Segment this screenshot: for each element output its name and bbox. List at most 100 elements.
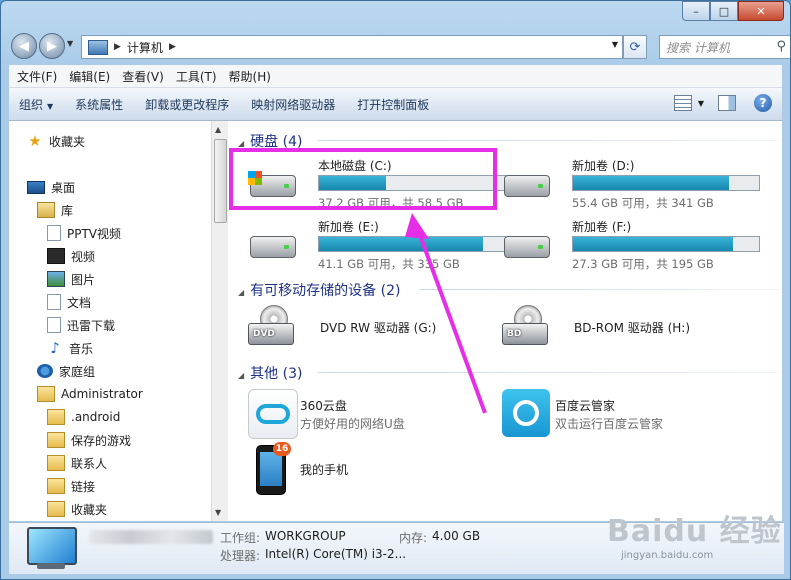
- nav-item[interactable]: ♪ 音乐: [47, 338, 93, 358]
- folder-icon: [47, 478, 65, 494]
- nav-item[interactable]: Administrator: [37, 384, 143, 404]
- watermark-url: jingyan.baidu.com: [621, 550, 714, 561]
- group-header-other[interactable]: ◢ 其他 (3): [238, 363, 302, 383]
- navigation-scrollbar[interactable]: ▲ ▼: [211, 121, 228, 521]
- hard-disk-icon: [502, 232, 550, 262]
- nav-item[interactable]: 保存的游戏: [47, 430, 131, 450]
- drive-name: 新加卷 (F:): [572, 220, 632, 234]
- desktop-icon: [27, 180, 45, 194]
- maximize-button[interactable]: □: [710, 1, 738, 21]
- menu-help[interactable]: 帮助(H): [229, 68, 271, 85]
- group-header-hard-disks[interactable]: ◢ 硬盘 (4): [238, 131, 302, 151]
- breadcrumb-chevron-icon[interactable]: ▶: [169, 42, 176, 52]
- 360-cloud-icon: [248, 389, 298, 439]
- menu-view[interactable]: 查看(V): [122, 68, 164, 85]
- phone-badge: 16: [273, 442, 291, 456]
- user-folder-icon: [37, 386, 55, 402]
- dropdown-arrow-icon: ▼: [47, 101, 54, 111]
- drive-g-dvd[interactable]: DVD DVD RW 驱动器 (G:): [248, 305, 493, 353]
- windows-flag-icon: [248, 171, 262, 185]
- address-dropdown-icon[interactable]: ▼: [612, 40, 618, 49]
- drive-space: 55.4 GB 可用，共 341 GB: [572, 196, 714, 210]
- refresh-button[interactable]: ⟳: [623, 35, 647, 59]
- nav-item[interactable]: 联系人: [47, 453, 107, 473]
- forward-button[interactable]: ▶: [39, 33, 65, 59]
- document-icon: [47, 294, 61, 310]
- capacity-bar: [318, 175, 506, 191]
- scroll-up-icon[interactable]: ▲: [215, 125, 221, 134]
- change-view-icon[interactable]: [673, 95, 692, 111]
- address-bar[interactable]: ▶ 计算机 ▶ ▼: [81, 35, 623, 59]
- drive-name: DVD RW 驱动器 (G:): [320, 321, 437, 335]
- nav-item-label: 收藏夹: [49, 134, 86, 149]
- preview-pane-icon[interactable]: [718, 95, 736, 111]
- nav-item-label: 保存的游戏: [71, 433, 132, 448]
- baidu-cloud-icon: [502, 389, 550, 437]
- computer-icon: [88, 39, 108, 55]
- collapse-chevron-icon[interactable]: ◢: [238, 371, 244, 380]
- nav-item[interactable]: 图片: [47, 269, 95, 289]
- help-icon[interactable]: ?: [754, 94, 772, 112]
- view-dropdown-icon[interactable]: ▼: [698, 99, 704, 108]
- breadcrumb-computer[interactable]: 计算机: [127, 39, 163, 56]
- search-input[interactable]: 搜索 计算机 ⚲: [659, 35, 790, 59]
- menu-edit[interactable]: 编辑(E): [69, 68, 110, 85]
- view-controls: ▼ ?: [673, 94, 772, 112]
- nav-item[interactable]: ★ 收藏夹: [27, 131, 85, 151]
- nav-item-label: 链接: [71, 479, 96, 494]
- library-icon: [37, 202, 55, 218]
- collapse-chevron-icon[interactable]: ◢: [238, 139, 244, 148]
- nav-item-label: 桌面: [51, 180, 76, 195]
- item-baidu-cloud[interactable]: 百度云管家 双击运行百度云管家: [483, 389, 728, 441]
- minimize-button[interactable]: –: [682, 1, 710, 21]
- folder-icon: [47, 409, 65, 425]
- nav-item-label: 文档: [67, 295, 92, 310]
- uninstall-program-button[interactable]: 卸载或更改程序: [145, 96, 229, 113]
- item-360-cloud[interactable]: 360云盘 方便好用的网络U盘: [228, 389, 473, 441]
- collapse-chevron-icon[interactable]: ◢: [238, 288, 244, 297]
- breadcrumb-chevron-icon[interactable]: ▶: [114, 42, 121, 52]
- item-my-phone[interactable]: 16 我的手机: [228, 442, 473, 497]
- nav-item[interactable]: 迅雷下载: [47, 315, 115, 335]
- drive-f[interactable]: 新加卷 (F:) 27.3 GB 可用，共 195 GB: [502, 218, 760, 274]
- drive-d[interactable]: 新加卷 (D:) 55.4 GB 可用，共 341 GB: [502, 157, 760, 213]
- nav-item[interactable]: .android: [47, 407, 120, 427]
- item-name: 我的手机: [300, 463, 349, 477]
- capacity-bar: [318, 236, 506, 252]
- recent-pages-dropdown[interactable]: ▼: [67, 39, 73, 48]
- drive-h-bd[interactable]: BD BD-ROM 驱动器 (H:): [502, 305, 747, 353]
- group-title: 硬盘 (4): [250, 134, 303, 150]
- memory-value: 4.00 GB: [432, 529, 481, 543]
- nav-item[interactable]: 视频: [47, 246, 95, 266]
- group-header-removable[interactable]: ◢ 有可移动存储的设备 (2): [238, 280, 400, 300]
- nav-item-label: .android: [71, 410, 121, 424]
- music-icon: ♪: [50, 339, 60, 357]
- nav-item[interactable]: 文档: [47, 292, 91, 312]
- scroll-down-icon[interactable]: ▼: [215, 508, 221, 517]
- menu-file[interactable]: 文件(F): [17, 68, 57, 85]
- scroll-thumb[interactable]: [214, 139, 227, 223]
- drive-c[interactable]: 本地磁盘 (C:) 37.2 GB 可用，共 58.5 GB: [248, 157, 506, 213]
- back-button[interactable]: ◀: [11, 33, 37, 59]
- organize-button[interactable]: 组织 ▼: [19, 96, 53, 113]
- map-network-drive-button[interactable]: 映射网络驱动器: [251, 96, 335, 113]
- nav-item[interactable]: PPTV视频: [47, 223, 121, 243]
- watermark-text: Baidu 经验: [607, 514, 782, 549]
- item-description: 方便好用的网络U盘: [300, 417, 405, 431]
- menu-tools[interactable]: 工具(T): [176, 68, 217, 85]
- system-properties-button[interactable]: 系统属性: [75, 96, 123, 113]
- nav-item[interactable]: 收藏夹: [47, 499, 107, 519]
- search-placeholder: 搜索 计算机: [666, 40, 730, 55]
- nav-item[interactable]: 库: [37, 200, 73, 220]
- drive-e[interactable]: 新加卷 (E:) 41.1 GB 可用，共 335 GB: [248, 218, 506, 274]
- item-description: 双击运行百度云管家: [555, 417, 664, 431]
- close-button[interactable]: ✕: [738, 1, 784, 21]
- nav-item-label: Administrator: [61, 387, 143, 401]
- search-icon[interactable]: ⚲: [776, 39, 786, 54]
- drive-name: 本地磁盘 (C:): [318, 159, 392, 173]
- nav-item[interactable]: 家庭组: [37, 361, 95, 381]
- open-control-panel-button[interactable]: 打开控制面板: [357, 96, 429, 113]
- nav-item[interactable]: 桌面: [27, 177, 75, 197]
- organize-label: 组织: [19, 97, 44, 112]
- nav-item[interactable]: 链接: [47, 476, 95, 496]
